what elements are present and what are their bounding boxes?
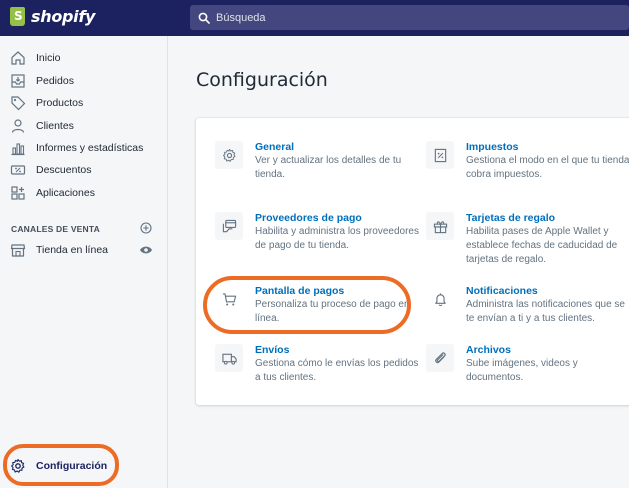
orders-icon xyxy=(11,74,25,88)
apps-icon xyxy=(11,186,25,200)
search-bar[interactable] xyxy=(190,5,629,30)
setting-description: Sube imágenes, videos y documentos. xyxy=(466,358,578,383)
sidebar-item-label: Pedidos xyxy=(36,75,74,87)
setting-description: Gestiona el modo en el que tu tienda cob… xyxy=(466,155,629,180)
setting-title[interactable]: Impuestos xyxy=(466,141,519,153)
setting-tarjetas-de-regalo[interactable]: Tarjetas de regalo Habilita pases de App… xyxy=(426,212,629,268)
setting-envios[interactable]: Envíos Gestiona cómo le envías los pedid… xyxy=(215,344,425,384)
sidebar-item-descuentos[interactable]: Descuentos xyxy=(0,159,168,181)
shopify-logo[interactable]: shopify xyxy=(10,7,95,26)
setting-icon-box xyxy=(215,344,243,372)
sidebar-item-label: Inicio xyxy=(36,52,61,64)
top-bar: shopify xyxy=(0,0,629,36)
sidebar-item-label: Clientes xyxy=(36,120,74,132)
sidebar-item-productos[interactable]: Productos xyxy=(0,92,168,114)
setting-description: Administra las notificaciones que se te … xyxy=(466,299,625,324)
gear-icon xyxy=(222,148,235,162)
setting-title[interactable]: Envíos xyxy=(255,344,289,356)
home-icon xyxy=(11,51,25,65)
sidebar-item-label: Tienda en línea xyxy=(36,244,108,256)
eye-icon[interactable] xyxy=(139,245,153,255)
search-icon xyxy=(198,12,210,24)
taxes-icon xyxy=(434,148,446,162)
setting-title[interactable]: General xyxy=(255,141,294,153)
setting-proveedores-de-pago[interactable]: Proveedores de pago Habilita y administr… xyxy=(215,212,425,268)
store-icon xyxy=(10,244,26,257)
setting-icon-box xyxy=(215,212,243,240)
setting-title[interactable]: Tarjetas de regalo xyxy=(466,212,555,224)
brand-name: shopify xyxy=(31,7,96,26)
bell-icon xyxy=(434,292,446,306)
setting-title[interactable]: Proveedores de pago xyxy=(255,212,362,224)
search-input[interactable] xyxy=(216,11,616,24)
bar-chart-icon xyxy=(11,143,25,156)
setting-icon-box xyxy=(426,344,454,372)
sidebar-item-label: Productos xyxy=(36,97,84,109)
highlight-ring-pantalla-de-pagos xyxy=(203,276,411,334)
shopping-bag-icon xyxy=(10,7,25,26)
settings-card: General Ver y actualizar los detalles de… xyxy=(196,118,629,405)
tag-icon xyxy=(11,96,26,111)
sidebar-item-aplicaciones[interactable]: Aplicaciones xyxy=(0,182,168,204)
setting-icon-box xyxy=(426,141,454,169)
sidebar-item-label: Aplicaciones xyxy=(36,187,95,199)
payment-icon xyxy=(222,219,236,232)
setting-title[interactable]: Archivos xyxy=(466,344,511,356)
add-channel-icon[interactable] xyxy=(140,222,152,234)
sidebar-item-inicio[interactable]: Inicio xyxy=(0,47,168,69)
setting-description: Ver y actualizar los detalles de tu tien… xyxy=(255,155,402,180)
setting-icon-box xyxy=(426,212,454,240)
page-title: Configuración xyxy=(196,69,328,91)
sidebar-item-label: Informes y estadísticas xyxy=(36,142,144,154)
truck-icon xyxy=(221,353,237,365)
sidebar-item-label: Descuentos xyxy=(36,164,92,176)
setting-icon-box xyxy=(426,285,454,313)
sidebar: Inicio Pedidos Productos Clientes Inform… xyxy=(0,36,168,488)
setting-description: Habilita pases de Apple Wallet y estable… xyxy=(466,226,618,265)
setting-general[interactable]: General Ver y actualizar los detalles de… xyxy=(215,141,425,181)
highlight-ring-configuracion xyxy=(3,444,119,486)
setting-notificaciones[interactable]: Notificaciones Administra las notificaci… xyxy=(426,285,629,325)
sidebar-item-informes[interactable]: Informes y estadísticas xyxy=(0,137,168,159)
setting-title[interactable]: Notificaciones xyxy=(466,285,538,297)
discount-icon xyxy=(10,165,26,175)
setting-impuestos[interactable]: Impuestos Gestiona el modo en el que tu … xyxy=(426,141,629,181)
setting-archivos[interactable]: Archivos Sube imágenes, videos y documen… xyxy=(426,344,629,384)
setting-icon-box xyxy=(215,141,243,169)
sales-channels-heading: CANALES DE VENTA xyxy=(11,224,100,234)
setting-description: Gestiona cómo le envías los pedidos a tu… xyxy=(255,358,419,383)
sidebar-item-pedidos[interactable]: Pedidos xyxy=(0,70,168,92)
sidebar-item-clientes[interactable]: Clientes xyxy=(0,115,168,137)
gift-icon xyxy=(433,220,447,233)
paperclip-icon xyxy=(434,351,446,363)
person-icon xyxy=(11,119,25,133)
setting-description: Habilita y administra los proveedores de… xyxy=(255,226,419,251)
